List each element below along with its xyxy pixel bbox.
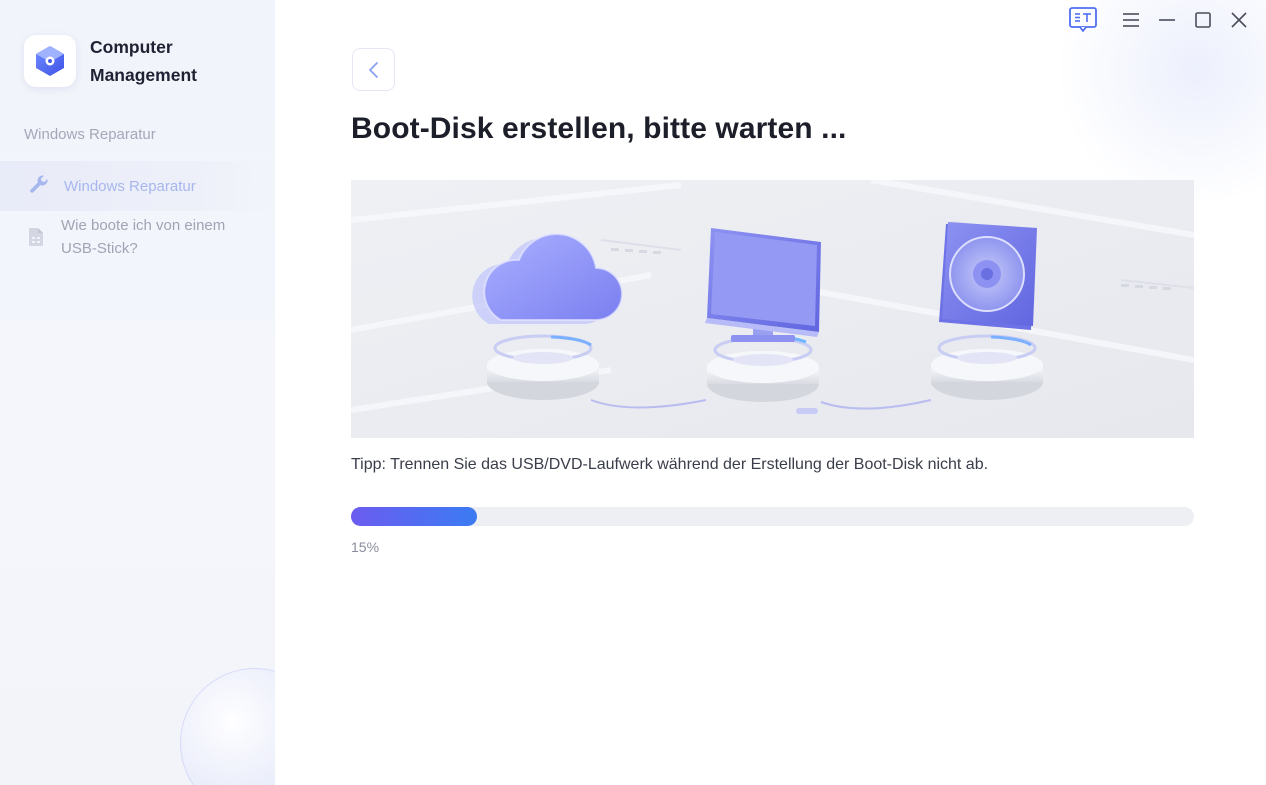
progress-bar — [351, 507, 1194, 526]
sidebar-section-label: Windows Reparatur — [24, 126, 156, 143]
sidebar: Computer Management Windows Reparatur Wi… — [0, 0, 275, 785]
menu-icon — [1123, 13, 1139, 27]
close-button[interactable] — [1228, 9, 1250, 31]
minimize-icon — [1159, 19, 1175, 21]
progress-percentage: 15% — [351, 539, 380, 555]
maximize-button[interactable] — [1192, 9, 1214, 31]
wrench-icon — [28, 173, 50, 200]
feedback-button[interactable] — [1068, 6, 1098, 34]
app-title: Computer Management — [90, 37, 197, 85]
minimize-button[interactable] — [1156, 9, 1178, 31]
chevron-left-icon — [368, 61, 378, 78]
sidebar-item-usb-boot-guide[interactable]: Wie boote ich von einem USB-Stick? — [0, 214, 275, 260]
feedback-icon — [1069, 7, 1097, 32]
window-controls — [1068, 6, 1250, 34]
progress-fill — [351, 507, 478, 526]
sidebar-item-label: Wie boote ich von einem USB-Stick? — [61, 217, 226, 257]
document-icon — [27, 227, 45, 252]
main-content: Boot-Disk erstellen, bitte warten ... Ti… — [275, 0, 1266, 785]
back-button[interactable] — [352, 48, 395, 91]
menu-button[interactable] — [1120, 9, 1142, 31]
app-logo — [24, 35, 76, 87]
monitor-icon — [705, 228, 821, 342]
decorative-bubble — [180, 668, 275, 785]
maximize-icon — [1195, 12, 1211, 28]
boot-disk-illustration — [351, 180, 1194, 438]
sidebar-item-label: Windows Reparatur — [64, 177, 196, 195]
sidebar-item-windows-reparatur[interactable]: Windows Reparatur — [0, 161, 275, 211]
page-title: Boot-Disk erstellen, bitte warten ... — [351, 112, 847, 145]
close-icon — [1231, 12, 1247, 28]
disc-icon — [939, 222, 1037, 330]
tip-text: Tipp: Trennen Sie das USB/DVD-Laufwerk w… — [351, 456, 989, 473]
app-header: Computer Management — [24, 33, 230, 89]
